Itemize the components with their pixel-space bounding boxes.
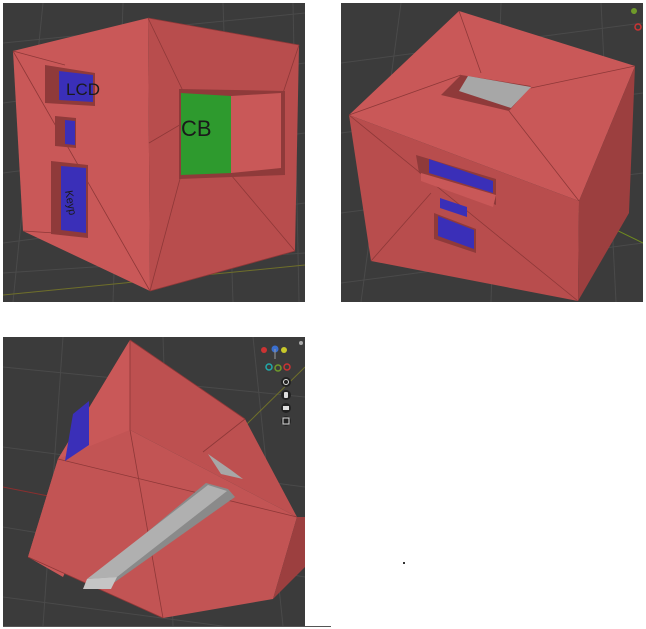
navigation-gizmo-icon[interactable] xyxy=(261,345,291,372)
viewport-bottom-view[interactable] xyxy=(3,337,305,626)
camera-icon[interactable] xyxy=(281,403,291,413)
cb-cutout-inner-wall xyxy=(231,93,281,173)
stray-dot xyxy=(403,562,405,564)
grid-icon[interactable] xyxy=(281,416,291,426)
zoom-icon[interactable] xyxy=(281,377,291,387)
divider-line xyxy=(3,626,331,627)
viewport-front-view[interactable]: LCD Keyp CB xyxy=(3,3,305,302)
lcd-label: LCD xyxy=(66,80,100,99)
cb-label: CB xyxy=(181,116,212,141)
viewport-top-view[interactable] xyxy=(341,3,643,302)
cube-left-face xyxy=(13,18,150,291)
hand-pan-icon[interactable] xyxy=(281,390,291,400)
gizmo-y-axis-icon[interactable] xyxy=(631,8,637,14)
viewport-corner-icon xyxy=(299,341,303,345)
small-cutout xyxy=(65,120,75,145)
gizmo-x-axis-icon[interactable] xyxy=(634,23,642,31)
